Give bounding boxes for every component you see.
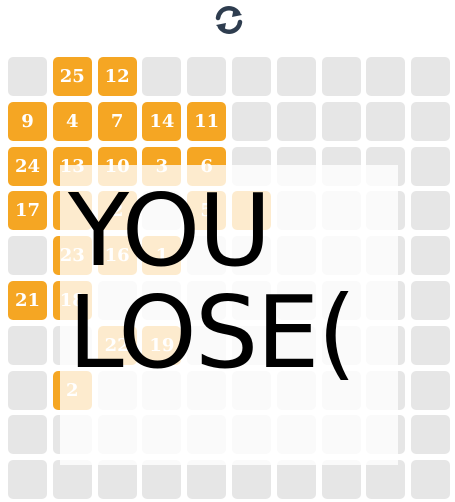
board-cell-empty[interactable] <box>411 57 451 96</box>
board-cell-empty[interactable] <box>8 236 47 276</box>
board-cell-empty[interactable] <box>321 101 361 141</box>
board-cell-empty[interactable] <box>411 325 451 365</box>
board-cell-empty[interactable] <box>411 146 451 186</box>
board-cell-empty[interactable] <box>8 370 47 410</box>
board-cell-empty[interactable] <box>366 57 406 96</box>
board-tile[interactable]: 25 <box>52 57 92 96</box>
board-tile[interactable]: 12 <box>97 57 137 96</box>
game-over-message: YOU LOSE( <box>68 172 357 391</box>
board-cell-empty[interactable] <box>321 460 361 500</box>
board-tile[interactable]: 24 <box>8 146 47 186</box>
board-tile[interactable]: 7 <box>97 101 137 141</box>
board-cell-empty[interactable] <box>411 415 451 455</box>
board-tile[interactable]: 11 <box>187 101 227 141</box>
board-cell-empty[interactable] <box>276 460 316 500</box>
board-cell-empty[interactable] <box>232 57 271 96</box>
board-tile[interactable]: 14 <box>142 101 182 141</box>
board-tile[interactable]: 9 <box>8 101 47 141</box>
board-cell-empty[interactable] <box>187 460 227 500</box>
board-cell-empty[interactable] <box>366 460 406 500</box>
board-cell-empty[interactable] <box>52 460 92 500</box>
board-cell-empty[interactable] <box>187 57 227 96</box>
board-cell-empty[interactable] <box>411 236 451 276</box>
board-cell-empty[interactable] <box>232 460 271 500</box>
board-cell-empty[interactable] <box>142 460 182 500</box>
board-cell-empty[interactable] <box>142 57 182 96</box>
board-cell-empty[interactable] <box>366 101 406 141</box>
board-cell-empty[interactable] <box>8 460 47 500</box>
board-cell-empty[interactable] <box>8 415 47 455</box>
board-cell-empty[interactable] <box>411 101 451 141</box>
board-cell-empty[interactable] <box>8 57 47 96</box>
board-cell-empty[interactable] <box>276 101 316 141</box>
board-cell-empty[interactable] <box>411 460 451 500</box>
board-tile[interactable]: 4 <box>52 101 92 141</box>
board-cell-empty[interactable] <box>411 370 451 410</box>
board-cell-empty[interactable] <box>232 101 271 141</box>
board-cell-empty[interactable] <box>411 191 451 231</box>
board-cell-empty[interactable] <box>411 281 451 320</box>
board-cell-empty[interactable] <box>276 57 316 96</box>
board-tile[interactable]: 17 <box>8 191 47 231</box>
board-cell-empty[interactable] <box>321 57 361 96</box>
board-cell-empty[interactable] <box>8 325 47 365</box>
board-tile[interactable]: 21 <box>8 281 47 320</box>
board-cell-empty[interactable] <box>97 460 137 500</box>
